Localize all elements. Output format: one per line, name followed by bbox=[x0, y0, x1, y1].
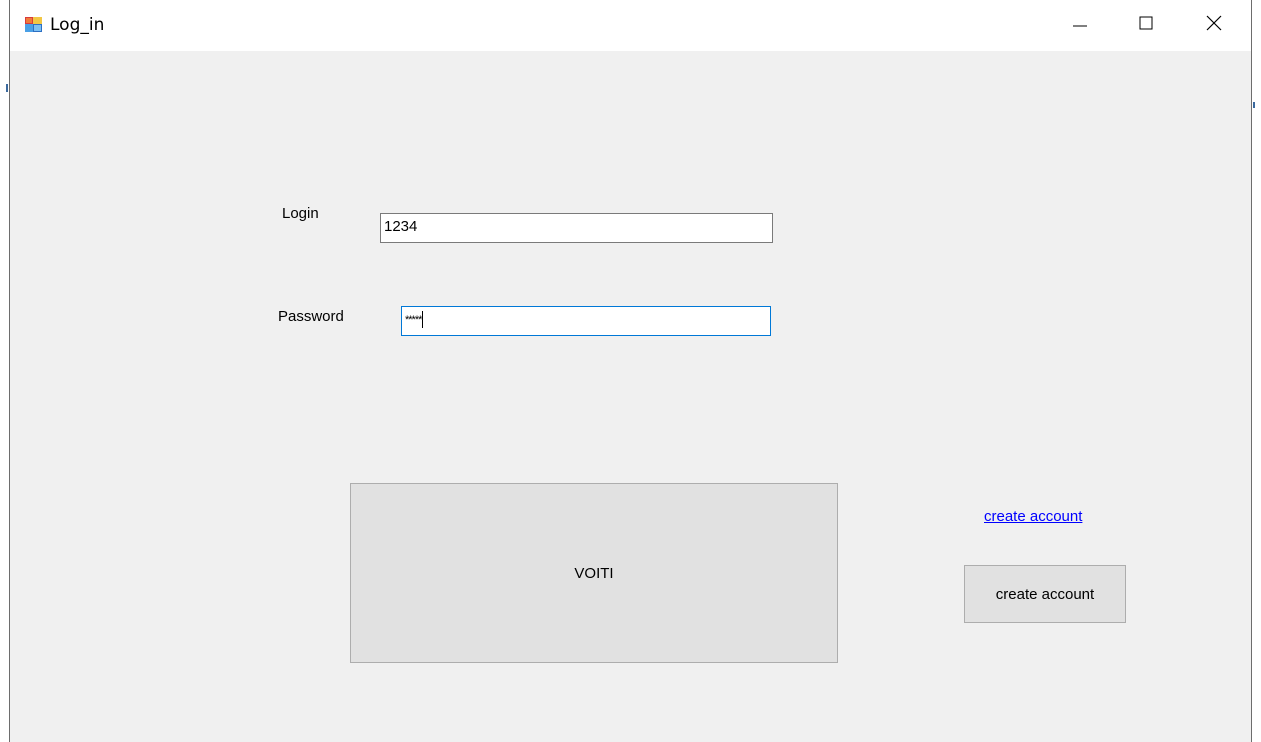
login-window: Log_in Login 1234 Password ***** VOITI c… bbox=[9, 0, 1252, 742]
window-title: Log_in bbox=[50, 15, 105, 35]
close-button[interactable] bbox=[1191, 0, 1237, 51]
password-input[interactable]: ***** bbox=[401, 306, 771, 336]
app-icon bbox=[25, 17, 42, 32]
background-window-edge-right bbox=[1253, 102, 1255, 108]
maximize-icon bbox=[1139, 16, 1153, 35]
create-account-link[interactable]: create account bbox=[984, 508, 1082, 525]
login-input-value: 1234 bbox=[384, 218, 418, 235]
minimize-icon bbox=[1073, 16, 1087, 35]
login-label: Login bbox=[282, 205, 319, 222]
password-input-value: ***** bbox=[405, 314, 422, 326]
maximize-button[interactable] bbox=[1123, 0, 1169, 51]
login-input[interactable]: 1234 bbox=[380, 213, 773, 243]
password-label: Password bbox=[278, 308, 344, 325]
text-caret bbox=[422, 311, 424, 328]
create-account-button[interactable]: create account bbox=[964, 565, 1126, 623]
background-window-edge bbox=[6, 84, 8, 92]
voiti-button-label: VOITI bbox=[574, 564, 614, 582]
voiti-button[interactable]: VOITI bbox=[350, 483, 838, 663]
minimize-button[interactable] bbox=[1057, 0, 1103, 51]
title-bar[interactable]: Log_in bbox=[10, 0, 1251, 51]
create-account-button-label: create account bbox=[995, 585, 1095, 603]
close-icon bbox=[1206, 15, 1222, 36]
